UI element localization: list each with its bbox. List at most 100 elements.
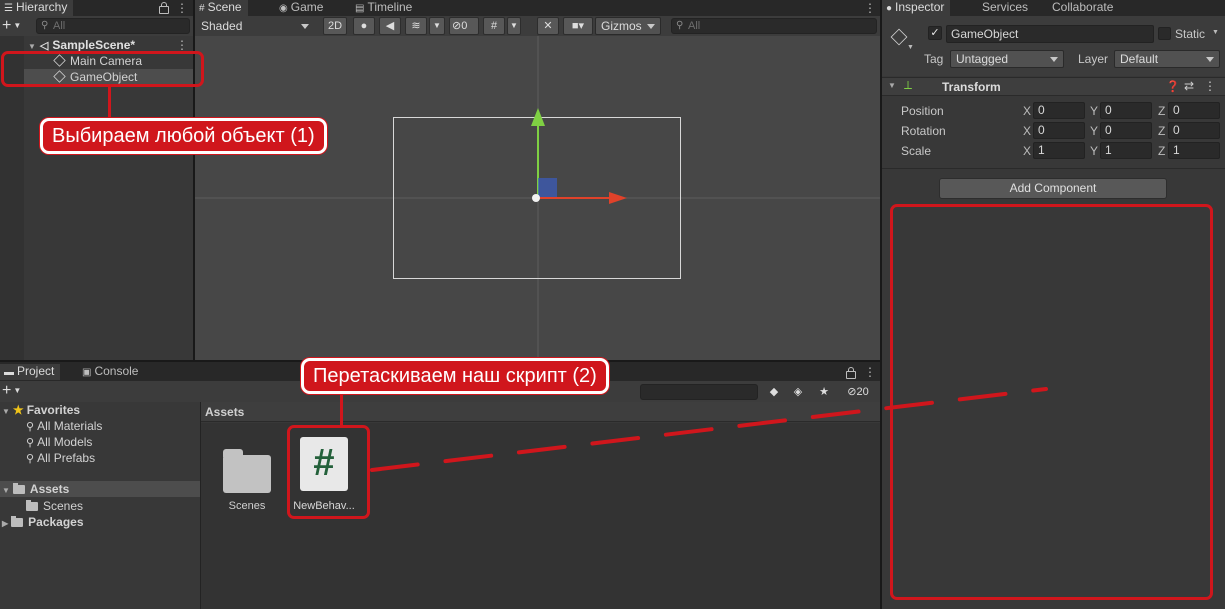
list-icon: ☰	[4, 3, 13, 14]
rotation-x-field[interactable]: 0	[1033, 122, 1085, 139]
console-icon: ▣	[82, 367, 92, 378]
gameobject-large-icon	[890, 28, 908, 46]
object-name-input[interactable]: GameObject	[946, 25, 1154, 43]
lighting-toggle-button[interactable]: ●	[353, 17, 375, 35]
expand-arrow-icon: ▼	[28, 42, 36, 51]
inspector-panel: ● Inspector Services Collaborate ▼ ✓ Game…	[882, 0, 1225, 609]
chevron-down-icon: ▼	[13, 386, 22, 395]
tag-dropdown[interactable]: Untagged	[950, 50, 1064, 68]
axis-z-label[interactable]: Z	[1158, 104, 1165, 118]
axis-x-label[interactable]: X	[1023, 104, 1031, 118]
callout-drag-script: Перетаскиваем наш скрипт (2)	[301, 358, 609, 394]
effects-dropdown-button[interactable]: ≋	[405, 17, 427, 35]
callout-connector-2	[340, 395, 343, 426]
tree-item-assets[interactable]: ▼ Assets	[0, 481, 200, 497]
static-checkbox[interactable]	[1158, 27, 1171, 40]
tab-project[interactable]: ▬ Project	[0, 364, 61, 380]
hidden-packages-button[interactable]: ⊘20	[840, 383, 876, 401]
layer-dropdown[interactable]: Default	[1114, 50, 1220, 68]
gizmos-dropdown[interactable]: Gizmos	[595, 17, 661, 35]
scene-visibility-button[interactable]: ⊘0	[449, 17, 479, 35]
expand-arrow-icon: ▼	[2, 486, 10, 495]
tab-scene[interactable]: # Scene	[195, 0, 248, 16]
rotation-y-field[interactable]: 0	[1100, 122, 1152, 139]
filter-label-button[interactable]: ◈	[788, 383, 808, 401]
position-y-field[interactable]: 0	[1100, 102, 1152, 119]
scale-x-field[interactable]: 1	[1033, 142, 1085, 159]
hierarchy-search-input[interactable]: ⚲ All	[36, 18, 190, 34]
favorite-button[interactable]: ★	[814, 383, 834, 401]
tree-item-favorites[interactable]: ▼ ★ Favorites	[2, 403, 80, 417]
add-button[interactable]: + ▼	[2, 16, 28, 36]
add-component-button[interactable]: Add Component	[939, 178, 1167, 199]
tree-item-packages[interactable]: ▶ Packages	[2, 515, 84, 529]
scene-row[interactable]: ▼ ◁ SampleScene*	[28, 38, 135, 52]
rotation-label: Rotation	[901, 124, 946, 138]
axis-y-label[interactable]: Y	[1090, 144, 1098, 158]
tree-item-scenes[interactable]: Scenes	[26, 499, 83, 513]
help-icon[interactable]: ❓	[1166, 80, 1180, 93]
script-highlight	[287, 425, 370, 519]
shading-mode-dropdown[interactable]: Shaded	[195, 17, 315, 35]
scale-z-field[interactable]: 1	[1168, 142, 1220, 159]
grid-snap-button[interactable]: #	[483, 17, 505, 35]
transform-header[interactable]: ▼ ⟂ Transform ❓ ⇄ ⋮	[882, 77, 1225, 96]
tab-game[interactable]: ◉ Game	[275, 0, 329, 16]
presets-icon[interactable]: ⇄	[1184, 79, 1194, 93]
tag-icon: ◈	[793, 386, 803, 398]
camera-button[interactable]: ■▾	[563, 17, 593, 35]
grid-snap-icon: #	[490, 20, 498, 32]
scene-viewport[interactable]	[195, 36, 880, 360]
scale-y-field[interactable]: 1	[1100, 142, 1152, 159]
scale-label: Scale	[901, 144, 932, 158]
more-options-icon[interactable]: ⋮	[1204, 79, 1216, 93]
camera-icon: ■▾	[571, 20, 585, 32]
axis-x-label[interactable]: X	[1023, 144, 1031, 158]
more-options-icon[interactable]: ⋮	[176, 2, 188, 14]
axis-y-label[interactable]: Y	[1090, 104, 1098, 118]
mode-2d-button[interactable]: 2D	[323, 17, 347, 35]
search-icon: ⚲	[676, 20, 684, 31]
project-search-input[interactable]	[640, 384, 758, 400]
callout-connector-1	[108, 86, 111, 120]
lock-icon[interactable]	[846, 367, 856, 379]
more-options-icon[interactable]: ⋮	[864, 366, 876, 378]
grid-snap-dropdown-arrow[interactable]: ▼	[507, 17, 521, 35]
more-options-icon[interactable]: ⋮	[864, 2, 876, 14]
filter-icon: ◆	[769, 386, 779, 398]
tools-button[interactable]: ✕	[537, 17, 559, 35]
callout-select-object: Выбираем любой объект (1)	[40, 118, 327, 154]
position-x-field[interactable]: 0	[1033, 102, 1085, 119]
active-checkbox[interactable]: ✓	[928, 26, 942, 40]
audio-toggle-button[interactable]: ◀	[379, 17, 401, 35]
tab-services[interactable]: Services	[978, 0, 1034, 16]
hierarchy-tabbar: ☰ Hierarchy ⋮	[0, 0, 193, 16]
breadcrumb[interactable]: Assets	[205, 405, 244, 419]
asset-item-scenes[interactable]: Scenes	[213, 443, 277, 513]
tree-item-all-prefabs[interactable]: ⚲ All Prefabs	[26, 451, 95, 465]
position-z-field[interactable]: 0	[1168, 102, 1220, 119]
tree-item-all-materials[interactable]: ⚲ All Materials	[26, 419, 102, 433]
layer-label: Layer	[1078, 52, 1109, 66]
search-icon: ⚲	[26, 437, 35, 449]
chevron-down-icon[interactable]: ▼	[1212, 29, 1219, 36]
rotation-z-field[interactable]: 0	[1168, 122, 1220, 139]
transform-icon: ⟂	[904, 78, 913, 92]
add-button[interactable]: + ▼	[2, 381, 28, 401]
lock-icon[interactable]	[159, 2, 169, 14]
star-icon: ★	[12, 403, 24, 417]
tab-console[interactable]: ▣ Console	[78, 364, 144, 380]
tab-collaborate[interactable]: Collaborate	[1048, 0, 1119, 16]
axis-z-label[interactable]: Z	[1158, 124, 1165, 138]
scene-search-input[interactable]: ⚲ All	[671, 18, 877, 34]
axis-y-label[interactable]: Y	[1090, 124, 1098, 138]
scene-more-icon[interactable]: ⋮	[176, 39, 188, 51]
filter-type-button[interactable]: ◆	[764, 383, 784, 401]
tree-item-all-models[interactable]: ⚲ All Models	[26, 435, 92, 449]
tab-timeline[interactable]: ▤ Timeline	[351, 0, 418, 16]
effects-dropdown-arrow[interactable]: ▼	[429, 17, 445, 35]
tab-inspector[interactable]: ● Inspector	[882, 0, 951, 16]
axis-x-label[interactable]: X	[1023, 124, 1031, 138]
tab-hierarchy[interactable]: ☰ Hierarchy	[0, 0, 74, 16]
axis-z-label[interactable]: Z	[1158, 144, 1165, 158]
